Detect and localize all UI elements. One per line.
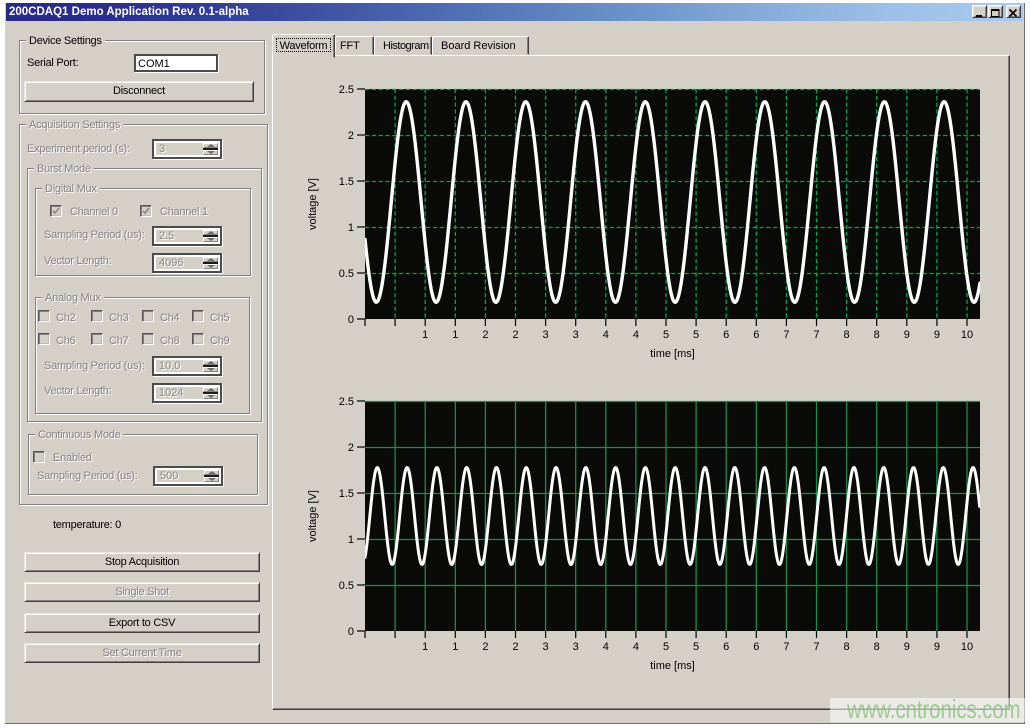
svg-text:9: 9 <box>904 329 910 341</box>
svg-text:1: 1 <box>422 641 428 653</box>
svg-text:3: 3 <box>543 641 549 653</box>
svg-text:2.5: 2.5 <box>339 84 354 96</box>
svg-text:7: 7 <box>783 641 789 653</box>
svg-text:1.5: 1.5 <box>339 488 354 500</box>
svg-text:7: 7 <box>813 641 819 653</box>
svg-text:4: 4 <box>603 329 609 341</box>
svg-text:1: 1 <box>348 222 354 234</box>
svg-text:2: 2 <box>482 329 488 341</box>
svg-text:1: 1 <box>452 329 458 341</box>
svg-text:4: 4 <box>633 329 639 341</box>
svg-text:0: 0 <box>348 626 354 638</box>
svg-text:0.5: 0.5 <box>339 268 354 280</box>
svg-text:2: 2 <box>512 329 518 341</box>
svg-text:5: 5 <box>693 641 699 653</box>
svg-text:5: 5 <box>663 329 669 341</box>
svg-text:2: 2 <box>482 641 488 653</box>
svg-text:6: 6 <box>723 329 729 341</box>
svg-text:3: 3 <box>543 329 549 341</box>
svg-text:6: 6 <box>753 641 759 653</box>
svg-text:3: 3 <box>573 641 579 653</box>
svg-text:10: 10 <box>961 641 973 653</box>
svg-text:7: 7 <box>813 329 819 341</box>
svg-text:8: 8 <box>874 641 880 653</box>
svg-text:5: 5 <box>663 641 669 653</box>
svg-text:6: 6 <box>753 329 759 341</box>
svg-text:8: 8 <box>844 641 850 653</box>
svg-text:1: 1 <box>452 641 458 653</box>
svg-text:1: 1 <box>348 534 354 546</box>
svg-text:1: 1 <box>422 329 428 341</box>
svg-text:7: 7 <box>783 329 789 341</box>
svg-text:1.5: 1.5 <box>339 176 354 188</box>
svg-text:2.5: 2.5 <box>339 396 354 408</box>
svg-text:5: 5 <box>693 329 699 341</box>
svg-text:0: 0 <box>348 314 354 326</box>
svg-text:9: 9 <box>934 641 940 653</box>
svg-text:3: 3 <box>573 329 579 341</box>
svg-text:time [ms]: time [ms] <box>650 660 695 672</box>
svg-text:9: 9 <box>904 641 910 653</box>
svg-text:4: 4 <box>603 641 609 653</box>
svg-text:9: 9 <box>934 329 940 341</box>
svg-text:4: 4 <box>633 641 639 653</box>
svg-text:10: 10 <box>961 329 973 341</box>
svg-text:0.5: 0.5 <box>339 580 354 592</box>
svg-text:time [ms]: time [ms] <box>650 348 695 360</box>
svg-text:8: 8 <box>844 329 850 341</box>
svg-text:voltage [V]: voltage [V] <box>307 178 319 230</box>
svg-text:voltage [V]: voltage [V] <box>307 490 319 542</box>
svg-text:2: 2 <box>348 442 354 454</box>
svg-text:2: 2 <box>348 130 354 142</box>
svg-text:6: 6 <box>723 641 729 653</box>
svg-text:8: 8 <box>874 329 880 341</box>
svg-text:2: 2 <box>512 641 518 653</box>
